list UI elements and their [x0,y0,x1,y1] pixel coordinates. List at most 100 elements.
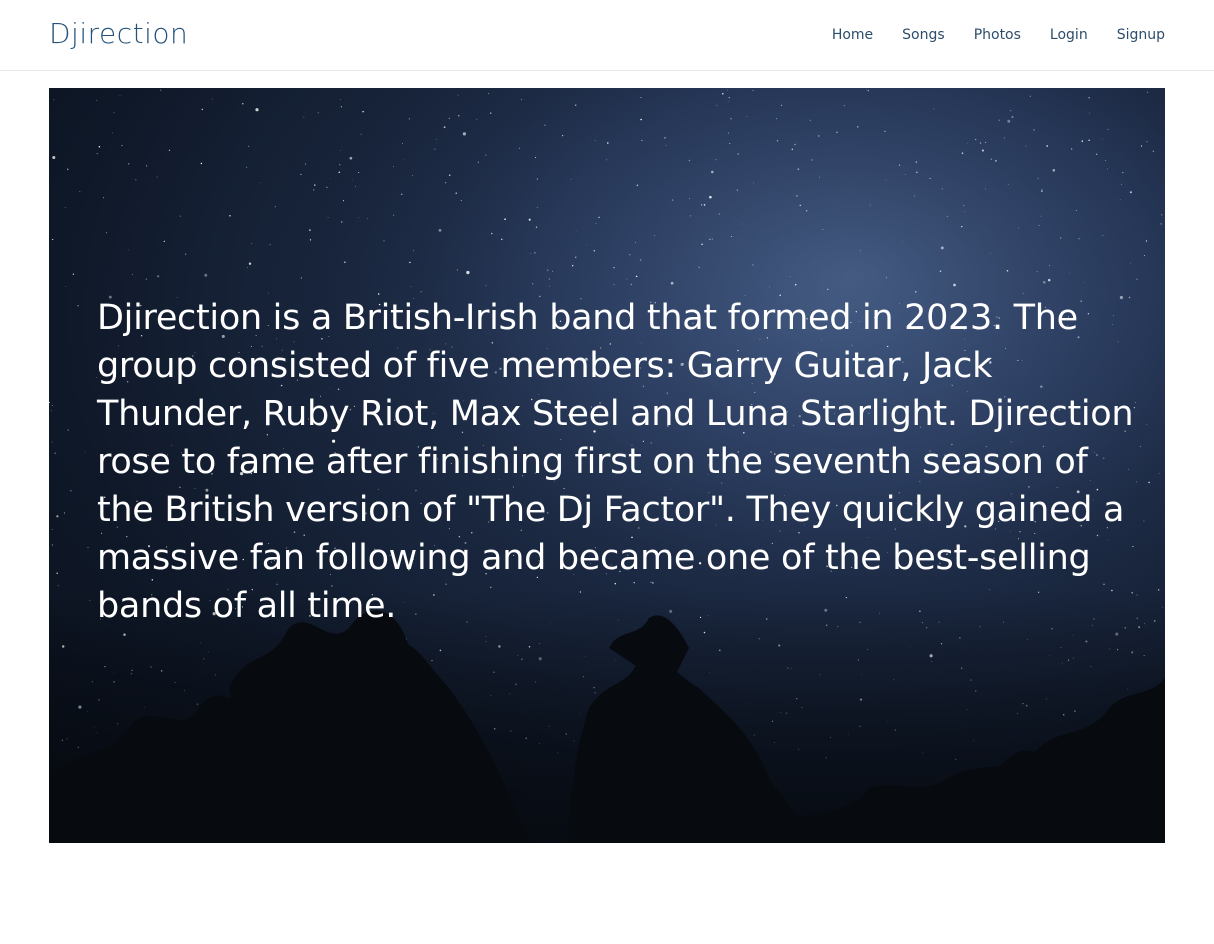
nav-songs-link[interactable]: Songs [902,25,945,45]
star [827,288,829,290]
star [731,236,733,237]
star [309,239,312,241]
star [314,184,316,186]
star [303,116,305,118]
star [742,223,743,225]
star [711,238,713,240]
star [1029,95,1031,97]
star [1136,278,1138,280]
star [435,139,437,141]
star [572,265,574,267]
star [985,188,986,190]
star [476,119,478,120]
star [794,283,797,286]
star [531,283,534,285]
star [326,186,328,188]
star [716,105,718,106]
star [843,105,845,107]
star [729,143,731,145]
star [613,284,615,286]
star [1071,148,1073,150]
star [485,285,487,287]
star [570,178,572,180]
brand-logo-link[interactable]: Djirection [49,16,188,52]
star [594,140,596,142]
star [84,451,86,452]
star [349,156,353,160]
star [797,168,800,170]
star [640,97,642,98]
star [885,277,888,279]
star [975,138,977,141]
star [595,223,597,224]
star [1018,227,1019,229]
star [251,242,253,244]
star [119,95,121,97]
star [317,112,319,114]
star [806,210,808,212]
star [65,286,67,287]
star [703,204,706,206]
star [1145,240,1148,242]
star [574,256,577,258]
star [574,104,577,107]
star [460,199,462,201]
star [941,188,943,190]
star [489,112,492,114]
star [636,184,639,186]
star [1130,262,1132,264]
star [351,180,353,182]
star [121,145,123,147]
star [534,252,536,254]
star [809,119,811,121]
star [51,441,53,443]
star [145,278,148,280]
star [274,206,276,208]
star [718,213,720,215]
star [312,189,315,191]
star [163,240,165,243]
star [184,253,187,255]
star [67,168,69,170]
star [544,124,546,126]
star [628,253,631,256]
star [961,152,964,154]
star [836,131,838,134]
star [491,232,493,235]
nav-photos-link[interactable]: Photos [974,25,1021,45]
star [412,175,413,177]
star [1003,137,1006,139]
star [403,159,405,161]
star [709,238,711,241]
star [456,269,458,271]
star [1060,237,1062,239]
star [606,159,608,161]
star [780,104,783,106]
star [269,244,271,246]
star [420,291,422,293]
nav-home-link[interactable]: Home [832,25,873,45]
star [259,182,261,184]
star [641,139,643,141]
star [990,252,991,254]
star [1088,97,1090,99]
star [548,278,550,280]
star [953,283,956,287]
star [963,205,965,206]
star [1107,168,1108,170]
star [635,275,638,278]
star [128,163,130,165]
star [1119,199,1121,200]
nav-login-link[interactable]: Login [1050,25,1088,45]
star [640,259,642,261]
star [1096,153,1098,155]
star [51,544,54,546]
star [1078,238,1080,240]
nav-signup-link[interactable]: Signup [1117,25,1165,45]
star [769,286,770,288]
star [746,116,748,118]
star [50,410,52,411]
star [329,178,331,179]
star [360,133,362,135]
star [229,215,231,217]
